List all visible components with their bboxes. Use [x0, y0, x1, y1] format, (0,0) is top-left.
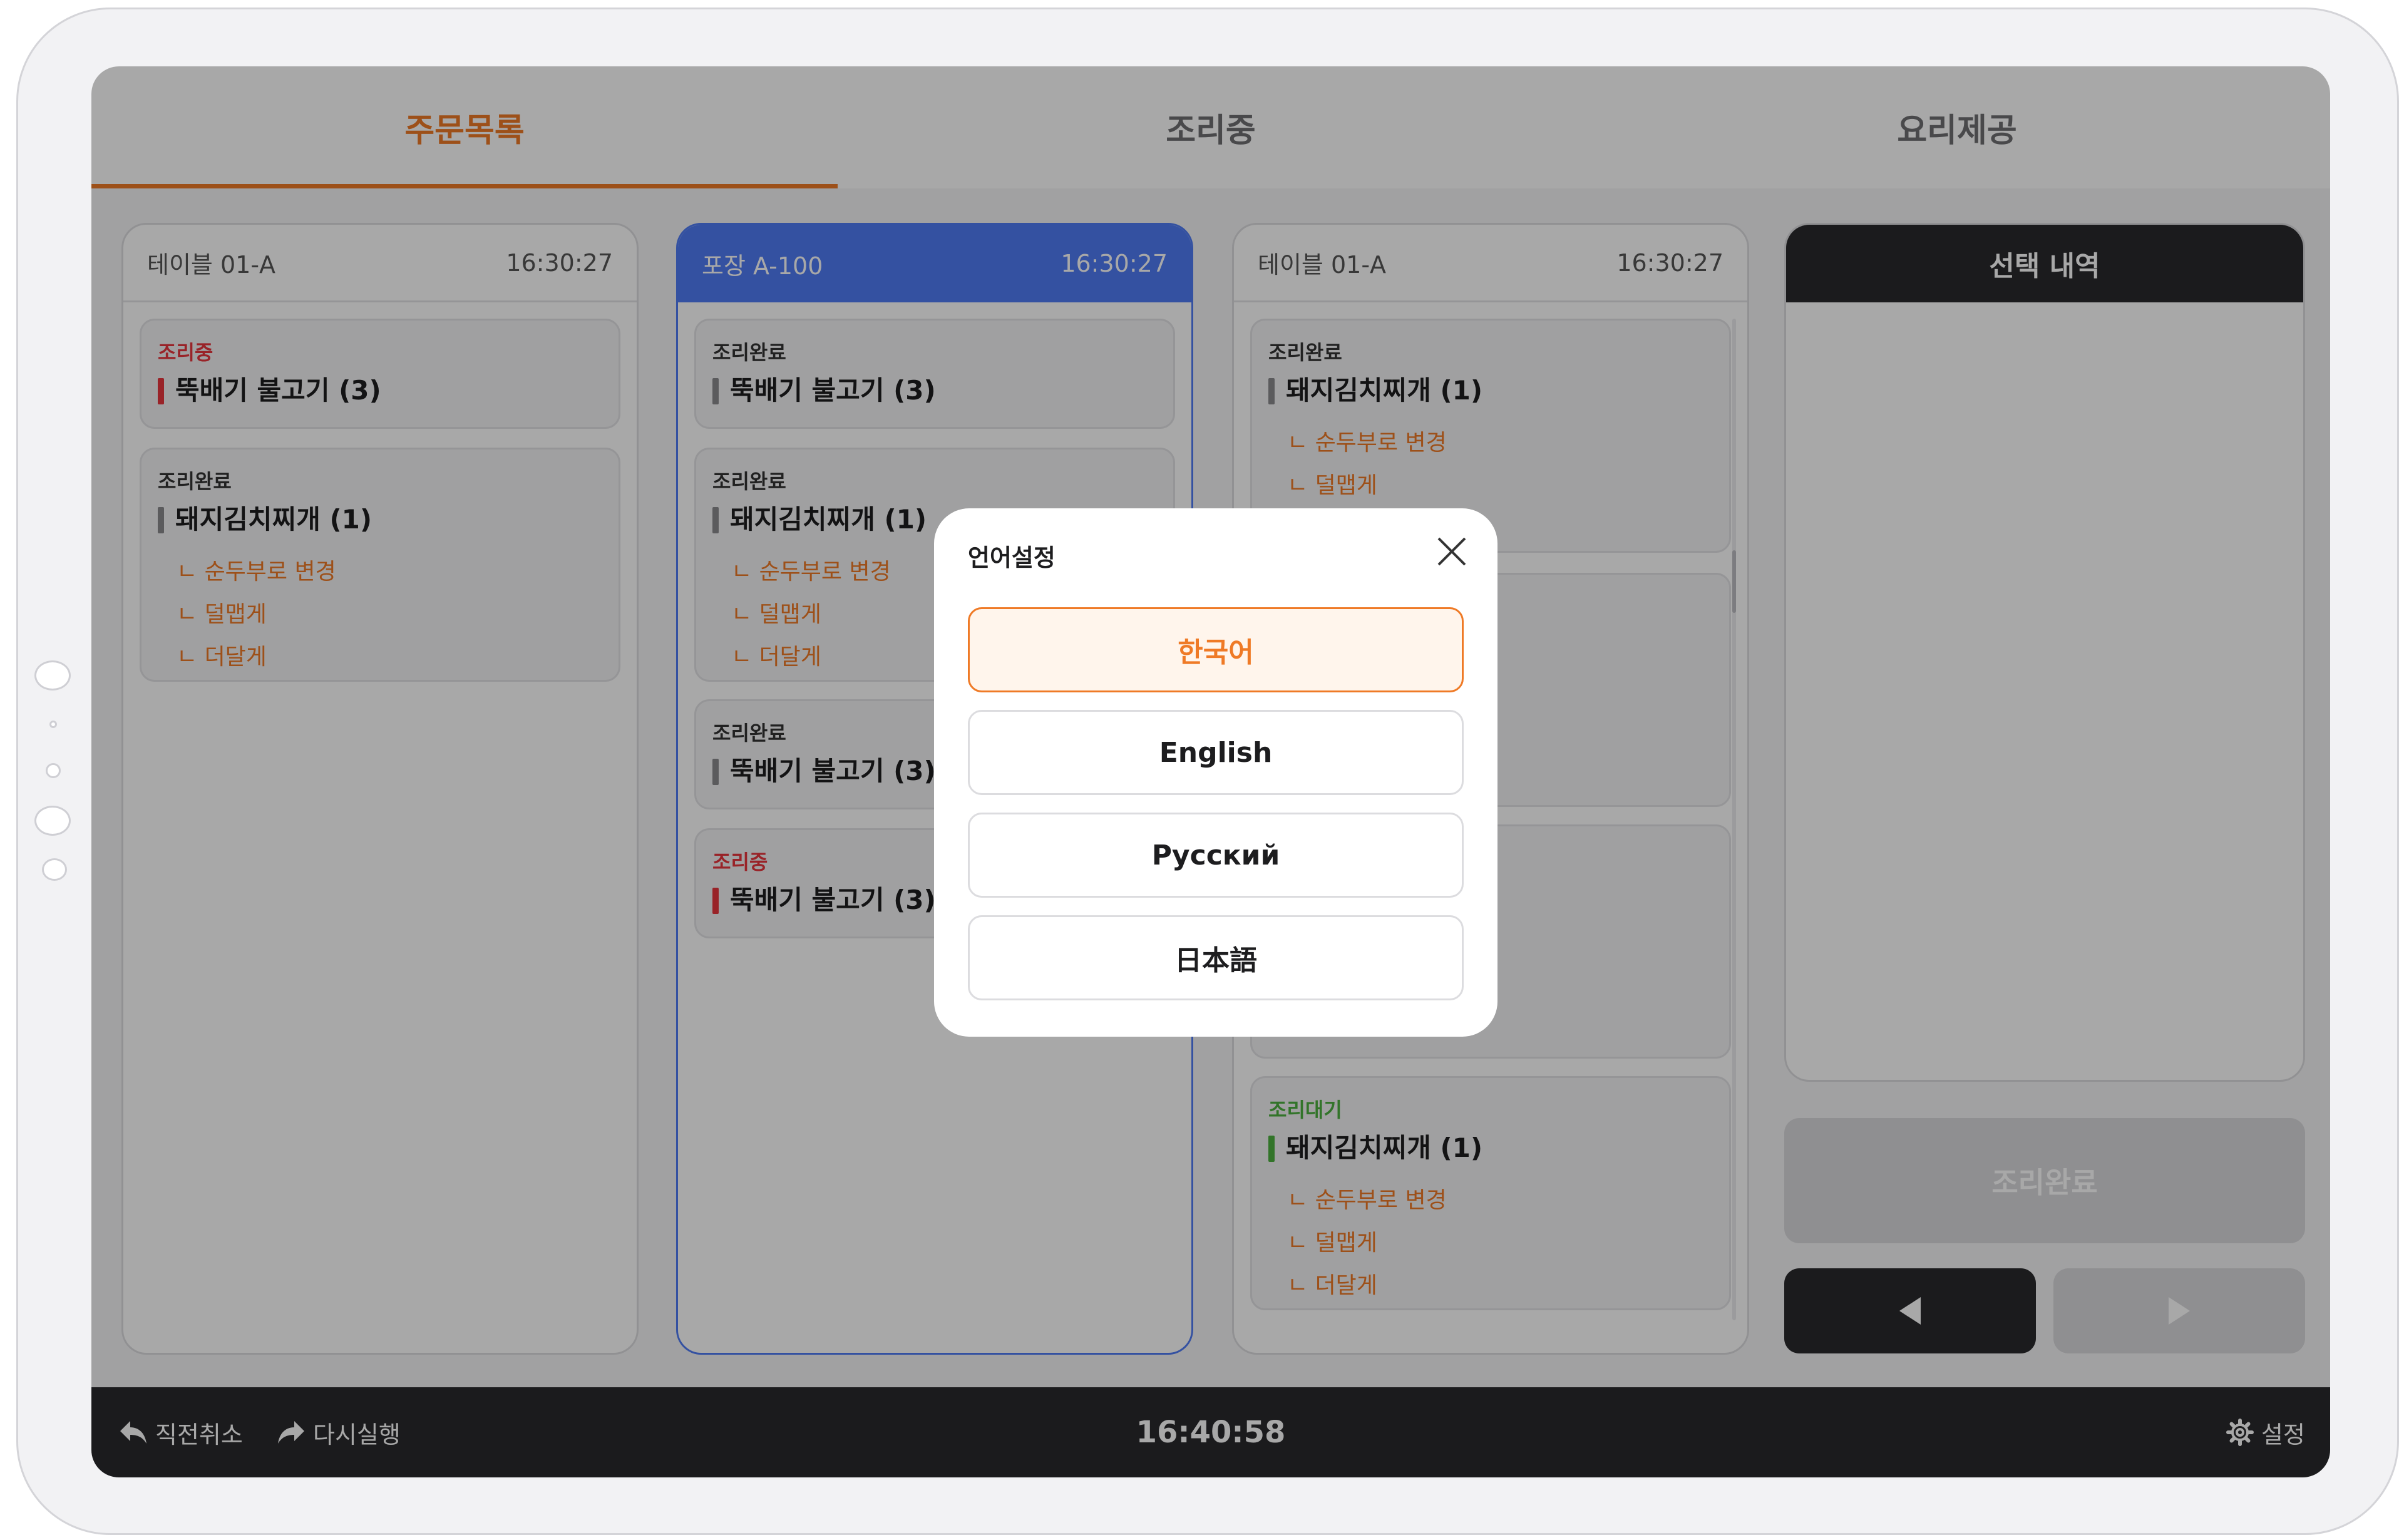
language-option-english[interactable]: English [968, 710, 1464, 795]
language-option-russian[interactable]: Русский [968, 813, 1464, 898]
language-settings-modal: 언어설정 한국어 English Русский 日本語 [934, 508, 1497, 1037]
side-button-3 [46, 763, 61, 778]
language-option-japanese[interactable]: 日本語 [968, 915, 1464, 1000]
side-button-5 [42, 858, 67, 881]
app-screen: 주문목록 조리중 요리제공 테이블 01-A 16:30:27 조리중 뚝배기 … [91, 66, 2330, 1477]
language-option-korean[interactable]: 한국어 [968, 607, 1464, 692]
side-button-2 [49, 721, 57, 728]
close-icon[interactable] [1435, 535, 1469, 568]
side-button-4 [34, 806, 71, 836]
side-button-1 [34, 660, 71, 690]
modal-title: 언어설정 [968, 544, 1056, 572]
